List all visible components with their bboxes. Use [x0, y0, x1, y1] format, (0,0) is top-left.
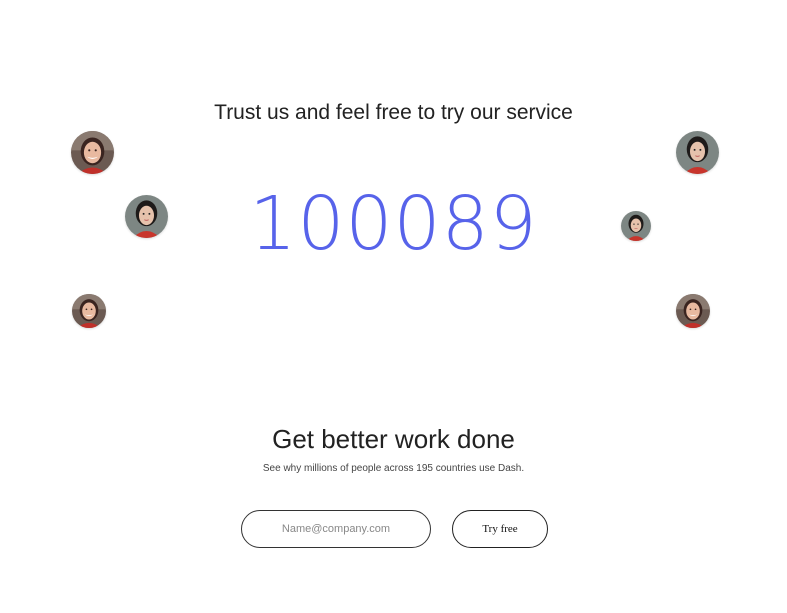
- cta-heading: Get better work done: [272, 424, 515, 454]
- person-photo-icon: [71, 131, 114, 174]
- avatar-woman-red-dress: [621, 211, 651, 241]
- trust-heading: Trust us and feel free to try our servic…: [214, 101, 573, 124]
- avatar-smiling-woman: [676, 294, 710, 328]
- avatar-woman-red-dress: [676, 131, 719, 174]
- person-photo-icon: [621, 211, 651, 241]
- cta-subtitle: See why millions of people across 195 co…: [262, 463, 525, 474]
- user-counter: 100089: [249, 181, 538, 267]
- try-free-button[interactable]: Try free: [452, 510, 548, 548]
- avatar-smiling-woman: [71, 131, 114, 174]
- person-photo-icon: [125, 195, 168, 238]
- avatar-woman-red-dress: [125, 195, 168, 238]
- person-photo-icon: [676, 131, 719, 174]
- person-photo-icon: [72, 294, 106, 328]
- email-input[interactable]: [241, 510, 431, 548]
- avatar-smiling-woman: [72, 294, 106, 328]
- person-photo-icon: [676, 294, 710, 328]
